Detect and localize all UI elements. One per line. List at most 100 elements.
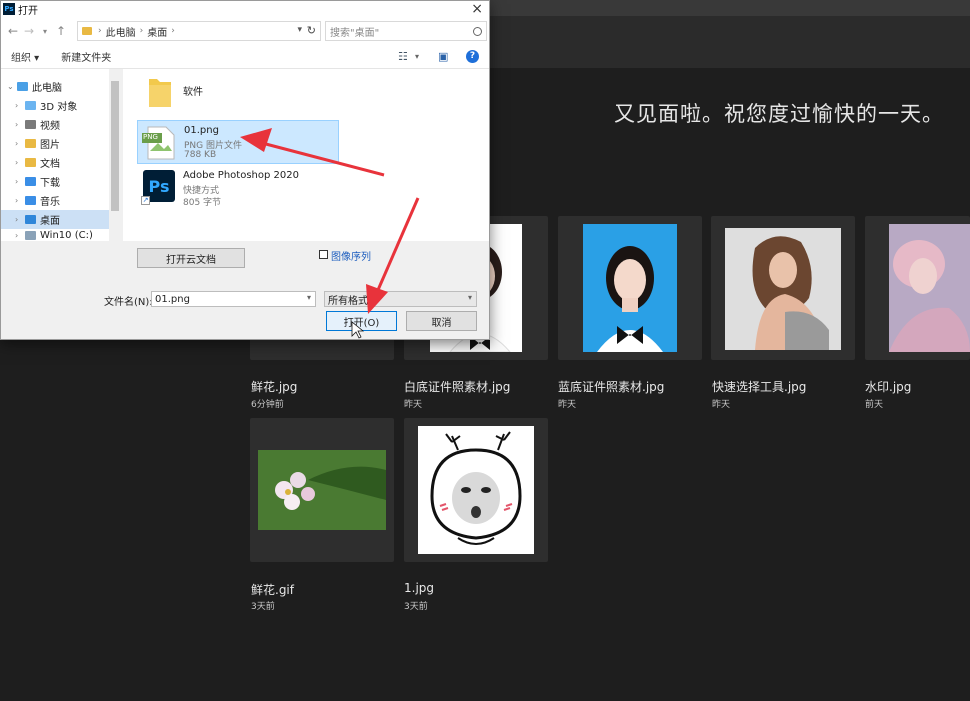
preview-pane-icon[interactable]: ▣ bbox=[438, 50, 448, 63]
computer-icon bbox=[17, 82, 28, 91]
chevron-right-icon: › bbox=[139, 26, 144, 36]
recent-file-thumb[interactable] bbox=[558, 216, 702, 360]
close-icon[interactable]: × bbox=[471, 1, 483, 17]
home-greeting: 又见面啦。祝您度过愉快的一天。 bbox=[614, 102, 944, 126]
recent-file-name[interactable]: 1.jpg bbox=[404, 581, 434, 595]
command-bar: 组织 ▾ 新建文件夹 ☷ ▾ ▣ ? bbox=[1, 45, 489, 69]
help-icon[interactable]: ? bbox=[466, 50, 479, 63]
view-options-icon[interactable]: ☷ bbox=[398, 50, 408, 63]
chevron-right-icon[interactable]: › bbox=[15, 231, 25, 240]
video-folder-icon bbox=[25, 120, 36, 129]
chevron-right-icon[interactable]: › bbox=[15, 177, 25, 186]
chevron-down-icon[interactable]: ▾ bbox=[415, 52, 419, 61]
nav-item-label: 文档 bbox=[40, 159, 60, 170]
search-input[interactable]: 搜索"桌面" bbox=[325, 21, 487, 41]
folder-icon bbox=[149, 79, 171, 107]
file-size: 788 KB bbox=[184, 150, 217, 160]
file-item-01-png[interactable]: PNG 01.png PNG 图片文件 788 KB bbox=[137, 120, 339, 164]
nav-item-downloads[interactable]: › 下载 bbox=[1, 172, 109, 191]
nav-item-label: Win10 (C:) bbox=[40, 229, 93, 241]
address-bar[interactable]: › 此电脑 › 桌面 › ▾ ↻ bbox=[77, 21, 321, 41]
chevron-right-icon: › bbox=[98, 26, 102, 36]
file-format-select[interactable]: 所有格式 ▾ bbox=[324, 291, 477, 307]
open-cloud-documents-button[interactable]: 打开云文档 bbox=[137, 248, 245, 268]
breadcrumb-this-pc[interactable]: 此电脑 bbox=[106, 24, 136, 39]
shortcut-arrow-icon: ↗ bbox=[141, 196, 150, 205]
recent-file-thumb[interactable] bbox=[250, 418, 394, 562]
recent-file-time: 昨天 bbox=[404, 400, 423, 410]
chevron-right-icon[interactable]: › bbox=[15, 196, 25, 205]
image-sequence-checkbox[interactable] bbox=[319, 250, 328, 259]
recent-file-name[interactable]: 鲜花.gif bbox=[251, 581, 294, 598]
downloads-folder-icon bbox=[25, 177, 36, 186]
recent-file-thumb[interactable] bbox=[711, 216, 855, 360]
nav-item-videos[interactable]: › 视频 bbox=[1, 115, 109, 134]
cancel-button[interactable]: 取消 bbox=[406, 311, 477, 331]
forward-arrow-icon[interactable]: → bbox=[21, 24, 37, 38]
file-name: Adobe Photoshop 2020 bbox=[183, 170, 299, 181]
file-item-photoshop-shortcut[interactable]: Ps ↗ Adobe Photoshop 2020 快捷方式 805 字节 bbox=[137, 166, 339, 210]
chevron-down-icon[interactable]: ▾ bbox=[307, 293, 311, 302]
pictures-folder-icon bbox=[25, 139, 36, 148]
png-file-icon bbox=[142, 126, 175, 160]
chevron-down-icon[interactable]: ⌄ bbox=[7, 82, 17, 91]
recent-file-name[interactable]: 鲜花.jpg bbox=[251, 378, 297, 395]
recent-file-time: 前天 bbox=[865, 400, 884, 410]
dialog-title: 打开 bbox=[18, 5, 38, 17]
recent-file-time: 昨天 bbox=[558, 400, 577, 410]
filename-label: 文件名(N): bbox=[104, 297, 153, 308]
recent-file-name[interactable]: 蓝底证件照素材.jpg bbox=[558, 378, 664, 395]
file-name: 软件 bbox=[183, 87, 203, 98]
nav-item-desktop[interactable]: › 桌面 bbox=[1, 210, 109, 229]
organize-menu[interactable]: 组织 ▾ bbox=[11, 49, 39, 64]
nav-item-label: 视频 bbox=[40, 121, 60, 132]
breadcrumb-desktop[interactable]: 桌面 bbox=[147, 24, 167, 39]
refresh-icon[interactable]: ↻ bbox=[307, 24, 316, 37]
new-folder-button[interactable]: 新建文件夹 bbox=[61, 49, 111, 64]
nav-item-label: 桌面 bbox=[40, 216, 60, 227]
filename-input[interactable]: 01.png ▾ bbox=[151, 291, 316, 307]
nav-item-music[interactable]: › 音乐 bbox=[1, 191, 109, 210]
up-arrow-icon[interactable]: ↑ bbox=[53, 24, 69, 38]
nav-item-label: 此电脑 bbox=[32, 83, 62, 94]
chevron-down-icon[interactable]: ▾ bbox=[468, 293, 472, 302]
chevron-right-icon[interactable]: › bbox=[15, 101, 25, 110]
nav-item-pictures[interactable]: › 图片 bbox=[1, 134, 109, 153]
nav-scrollbar[interactable] bbox=[109, 69, 121, 241]
dialog-title-bar[interactable]: Ps 打开 × bbox=[1, 1, 489, 17]
nav-item-3d-objects[interactable]: › 3D 对象 bbox=[1, 96, 109, 115]
open-button[interactable]: 打开(O) bbox=[326, 311, 397, 331]
recent-file-thumb[interactable] bbox=[404, 418, 548, 562]
documents-folder-icon bbox=[25, 158, 36, 167]
scrollbar-thumb[interactable] bbox=[111, 81, 119, 211]
folder-icon bbox=[82, 27, 92, 35]
recent-file-name[interactable]: 白底证件照素材.jpg bbox=[404, 378, 510, 395]
chevron-down-icon[interactable]: ▾ bbox=[297, 25, 302, 35]
nav-item-label: 下载 bbox=[40, 178, 60, 189]
chevron-right-icon[interactable]: › bbox=[15, 139, 25, 148]
file-size: 805 字节 bbox=[183, 198, 222, 208]
meme-face-image bbox=[430, 431, 522, 545]
recent-file-time: 3天前 bbox=[251, 602, 275, 612]
3d-objects-icon bbox=[25, 101, 36, 110]
navigation-pane: ⌄ 此电脑 › 3D 对象 › 视频 › 图片 › 文档 › 下载 › 音乐 ›… bbox=[1, 69, 121, 241]
back-arrow-icon[interactable]: ← bbox=[5, 24, 21, 38]
search-icon bbox=[473, 27, 482, 36]
file-list: 软件 PNG 01.png PNG 图片文件 788 KB Ps ↗ Adobe… bbox=[123, 69, 489, 241]
chevron-right-icon[interactable]: › bbox=[15, 158, 25, 167]
png-badge-text: PNG bbox=[143, 133, 158, 141]
nav-item-documents[interactable]: › 文档 bbox=[1, 153, 109, 172]
recent-file-name[interactable]: 快速选择工具.jpg bbox=[712, 378, 806, 395]
chevron-right-icon[interactable]: › bbox=[15, 120, 25, 129]
chevron-down-icon[interactable]: ▾ bbox=[37, 27, 53, 36]
file-item-software-folder[interactable]: 软件 bbox=[137, 71, 339, 115]
chevron-right-icon: › bbox=[171, 26, 175, 36]
nav-item-drive-c[interactable]: › Win10 (C:) bbox=[1, 229, 109, 241]
nav-item-this-pc[interactable]: ⌄ 此电脑 bbox=[1, 77, 109, 96]
drive-icon bbox=[25, 230, 36, 240]
desktop-folder-icon bbox=[25, 215, 36, 224]
chevron-right-icon[interactable]: › bbox=[15, 215, 25, 224]
recent-file-name[interactable]: 水印.jpg bbox=[865, 378, 911, 395]
image-sequence-label[interactable]: 图像序列 bbox=[331, 248, 371, 263]
recent-file-thumb[interactable] bbox=[865, 216, 970, 360]
